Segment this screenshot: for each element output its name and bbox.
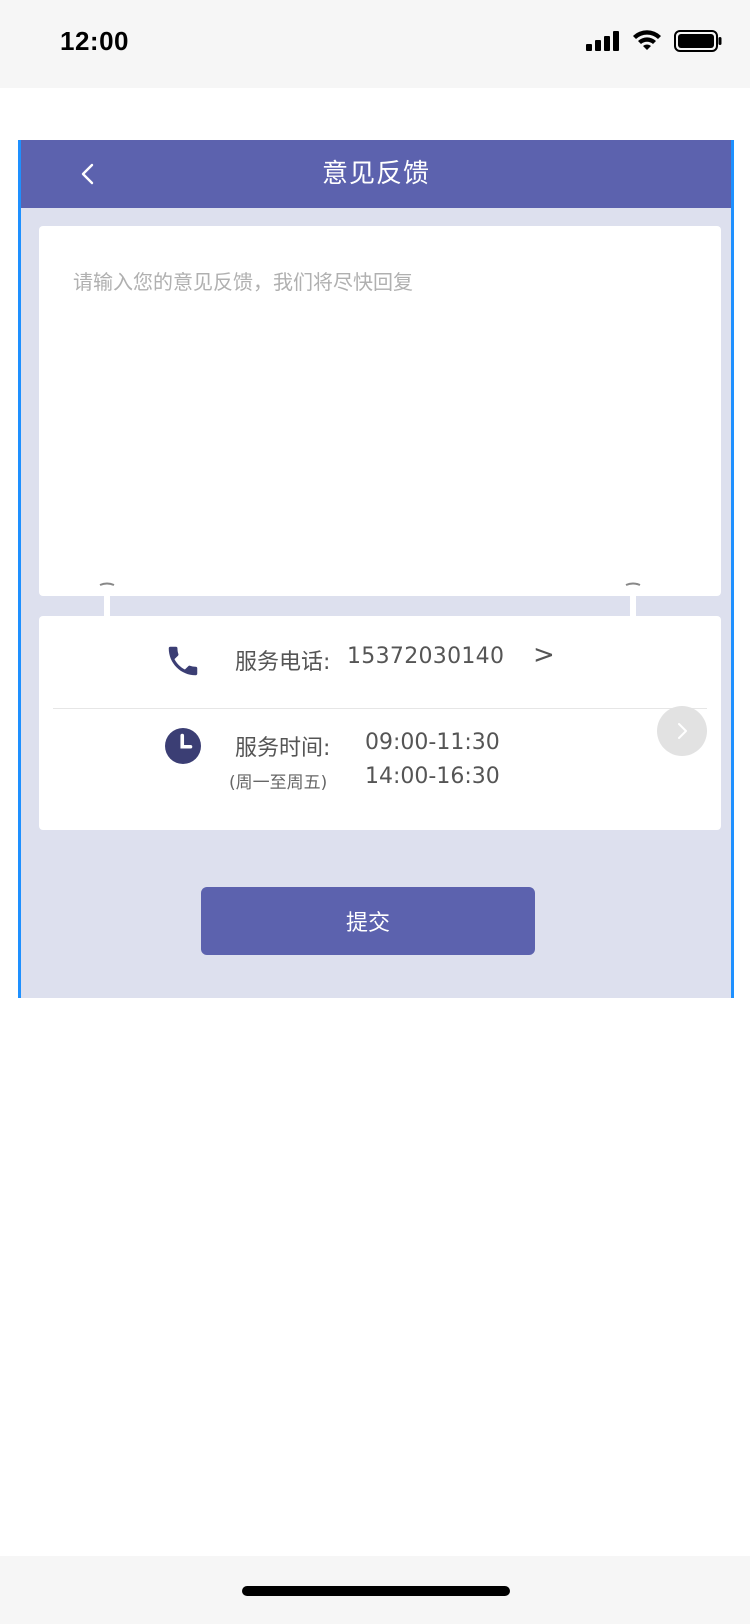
submit-button-label: 提交 bbox=[345, 911, 390, 936]
floating-action-button[interactable] bbox=[657, 706, 707, 756]
service-info-card: 服务电话: 15372030140 > 服务时间: (周一至周五) 09:00-… bbox=[39, 616, 721, 830]
service-hours-morning: 09:00-11:30 bbox=[365, 730, 500, 755]
home-indicator[interactable] bbox=[242, 1586, 510, 1596]
status-time: 12:00 bbox=[60, 26, 129, 56]
submit-button[interactable]: 提交 bbox=[201, 887, 535, 955]
divider bbox=[53, 708, 707, 709]
wifi-icon bbox=[633, 30, 661, 50]
chevron-right-icon bbox=[678, 723, 687, 739]
app-frame: 意见反馈 服务电话: 15372030140 > bbox=[18, 140, 734, 998]
clock-icon bbox=[165, 728, 201, 764]
chevron-right-icon: > bbox=[533, 640, 555, 670]
service-phone-label: 服务电话: bbox=[235, 650, 331, 675]
service-phone-row[interactable]: 服务电话: 15372030140 > bbox=[39, 616, 721, 708]
back-button[interactable] bbox=[67, 154, 107, 194]
feedback-card bbox=[39, 226, 721, 596]
status-icons bbox=[586, 30, 722, 52]
service-hours-afternoon: 14:00-16:30 bbox=[365, 764, 500, 789]
page-title: 意见反馈 bbox=[321, 159, 430, 189]
chevron-left-icon bbox=[81, 163, 94, 185]
status-bar: 12:00 bbox=[0, 0, 750, 88]
signal-bars-icon bbox=[586, 31, 619, 51]
battery-icon bbox=[674, 30, 722, 52]
service-phone-number: 15372030140 bbox=[347, 644, 505, 669]
feedback-input[interactable] bbox=[39, 226, 721, 596]
service-hours-label: 服务时间: bbox=[235, 736, 331, 761]
service-days: (周一至周五) bbox=[229, 773, 328, 793]
nav-bar: 意见反馈 bbox=[21, 140, 731, 208]
phone-icon bbox=[168, 646, 198, 676]
bottom-bar bbox=[0, 1556, 750, 1624]
